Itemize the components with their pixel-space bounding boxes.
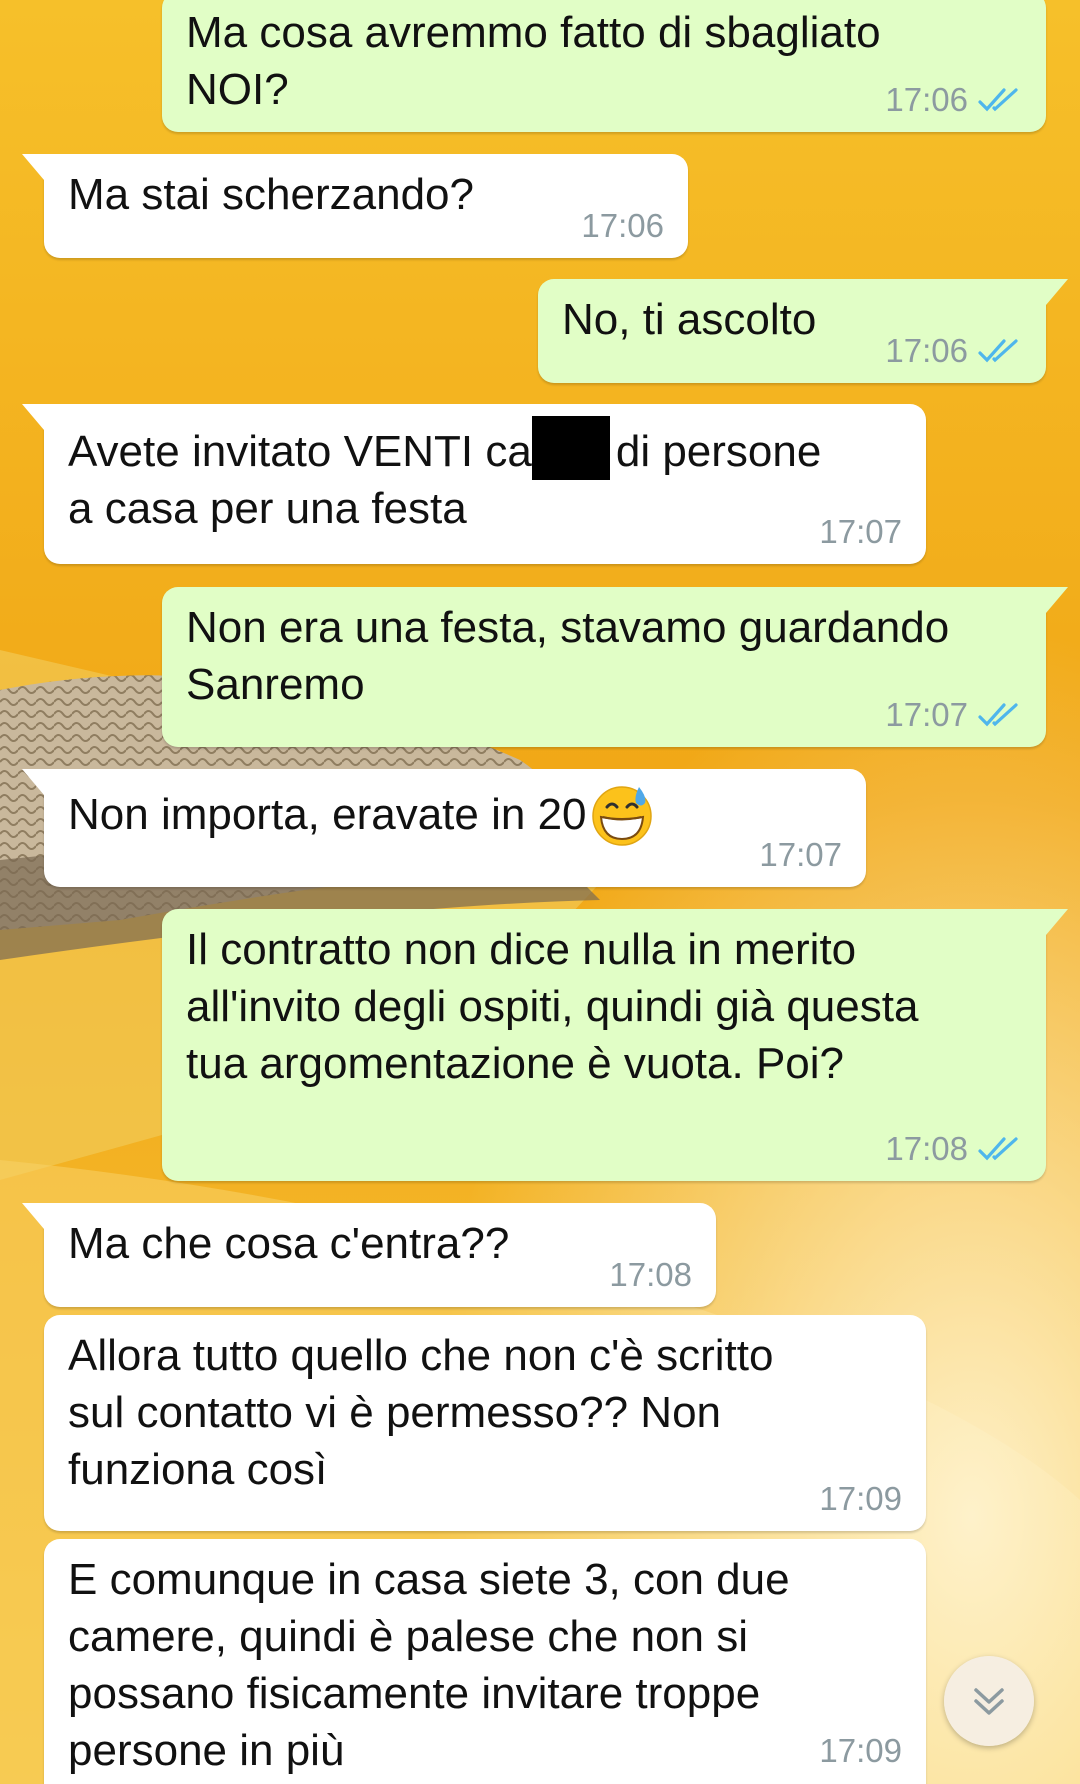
double-check-icon bbox=[978, 703, 1018, 727]
redaction-block bbox=[531, 416, 610, 480]
message-meta: 17:06 bbox=[581, 208, 664, 244]
message-text-part: Avete invitato VENTI ca bbox=[68, 427, 532, 476]
message-meta: 17:06 bbox=[885, 82, 1022, 118]
message-outgoing[interactable]: No, ti ascolto 17:06 bbox=[538, 279, 1068, 383]
message-text: Il contratto non dice nulla in merito al… bbox=[186, 925, 919, 1088]
double-check-icon bbox=[978, 339, 1018, 363]
double-check-icon bbox=[978, 88, 1018, 112]
chat-conversation: Ma cosa avremmo fatto di sbagliato NOI? … bbox=[0, 0, 1080, 1784]
message-outgoing[interactable]: Ma cosa avremmo fatto di sbagliato NOI? … bbox=[162, 0, 1046, 132]
message-text: Non importa, eravate in 20 bbox=[68, 781, 842, 847]
message-meta: 17:07 bbox=[885, 697, 1022, 733]
message-time: 17:07 bbox=[819, 513, 902, 550]
message-text: Avete invitato VENTI ca di persone bbox=[68, 416, 902, 480]
message-meta: 17:09 bbox=[819, 1733, 902, 1769]
message-text: Ma stai scherzando? bbox=[68, 170, 474, 219]
double-chevron-down-icon bbox=[974, 1688, 1004, 1715]
message-incoming[interactable]: Allora tutto quello che non c'è scritto … bbox=[44, 1315, 926, 1531]
message-outgoing[interactable]: Il contratto non dice nulla in merito al… bbox=[162, 909, 1068, 1181]
grinning-face-with-sweat-icon bbox=[591, 786, 652, 846]
message-meta: 17:07 bbox=[759, 837, 842, 873]
message-time: 17:06 bbox=[581, 207, 664, 244]
message-time: 17:07 bbox=[759, 836, 842, 873]
message-meta: 17:09 bbox=[819, 1481, 902, 1517]
message-meta: 17:06 bbox=[885, 333, 1022, 369]
message-time: 17:09 bbox=[819, 1480, 902, 1517]
message-incoming[interactable]: Non importa, eravate in 20 17:07 bbox=[22, 769, 866, 887]
message-time: 17:07 bbox=[885, 696, 968, 733]
double-check-icon bbox=[978, 1137, 1018, 1161]
message-text: Ma che cosa c'entra?? bbox=[68, 1219, 510, 1268]
message-time: 17:08 bbox=[609, 1256, 692, 1293]
message-incoming[interactable]: Ma che cosa c'entra?? 17:08 bbox=[22, 1203, 716, 1307]
message-time: 17:06 bbox=[885, 332, 968, 369]
message-text-part: di persone bbox=[615, 427, 822, 476]
message-time: 17:08 bbox=[885, 1130, 968, 1167]
message-text: E comunque in casa siete 3, con due came… bbox=[68, 1555, 790, 1775]
message-time: 17:09 bbox=[819, 1732, 902, 1769]
message-time: 17:06 bbox=[885, 81, 968, 118]
message-meta: 17:07 bbox=[819, 514, 902, 550]
message-incoming[interactable]: E comunque in casa siete 3, con due came… bbox=[44, 1539, 926, 1784]
message-meta: 17:08 bbox=[885, 1131, 1022, 1167]
message-incoming[interactable]: Avete invitato VENTI ca di persone a casa… bbox=[22, 404, 926, 564]
message-meta: 17:08 bbox=[609, 1257, 692, 1293]
message-text-line: a casa per una festa bbox=[68, 484, 467, 533]
message-text: Allora tutto quello che non c'è scritto … bbox=[68, 1331, 774, 1494]
message-text-part: Non importa, eravate in 20 bbox=[68, 790, 587, 839]
message-outgoing[interactable]: Non era una festa, stavamo guardando San… bbox=[162, 587, 1068, 747]
scroll-to-bottom-button[interactable] bbox=[944, 1656, 1034, 1746]
message-incoming[interactable]: Ma stai scherzando? 17:06 bbox=[22, 154, 688, 258]
